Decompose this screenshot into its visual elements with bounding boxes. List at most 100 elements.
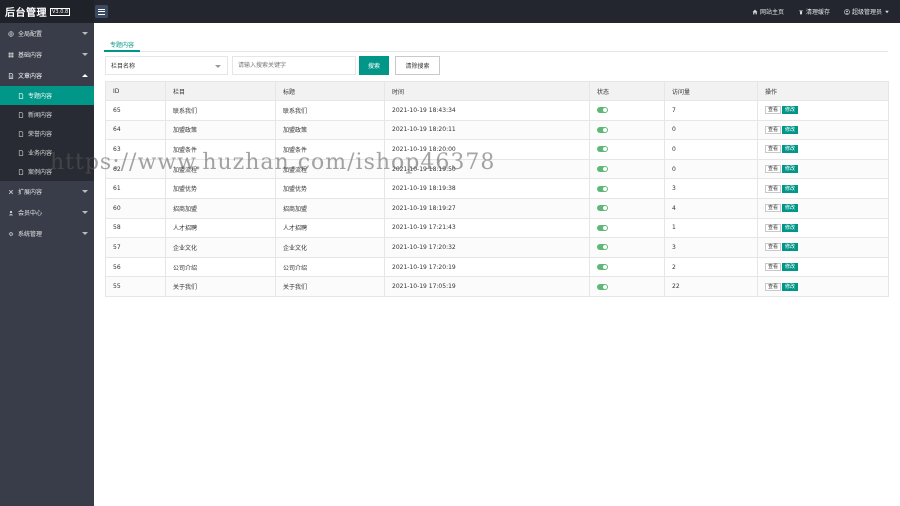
cell-visits: 22 — [664, 276, 758, 297]
cell-status — [589, 119, 665, 141]
sidebar-group-label: 文章内容 — [18, 73, 43, 80]
logo[interactable]: 后台管理 V3.0.8 — [0, 0, 94, 23]
edit-button[interactable]: 修改 — [782, 165, 799, 174]
view-button[interactable]: 查看 — [765, 282, 782, 291]
cell-column: 人才招聘 — [165, 217, 276, 239]
header-links: 网站主页 清理缓存 超级管理员 — [752, 0, 890, 23]
cell-status — [589, 217, 665, 239]
status-toggle[interactable] — [597, 107, 608, 114]
cell-id: 56 — [105, 256, 166, 278]
sidebar-group-article-content[interactable]: 文章内容 — [0, 65, 94, 86]
sidebar-item-label: 新闻内容 — [28, 112, 53, 119]
view-button[interactable]: 查看 — [765, 243, 782, 252]
sidebar-submenu-article: 专题内容 新闻内容 荣誉内容 业务内容 案例内容 — [0, 86, 94, 181]
sidebar-item-topic-content[interactable]: 专题内容 — [0, 86, 94, 105]
view-button[interactable]: 查看 — [765, 125, 782, 134]
home-link[interactable]: 网站主页 — [752, 7, 784, 16]
column-header-column: 栏目 — [165, 81, 276, 101]
column-select[interactable]: 栏目名称 — [105, 56, 228, 75]
grid-icon — [8, 52, 14, 57]
home-link-label: 网站主页 — [759, 9, 784, 16]
status-toggle[interactable] — [597, 166, 608, 173]
table-row: 58 人才招聘 人才招聘 2021-10-19 17:21:43 1 查看 修改 — [105, 217, 889, 239]
document-icon — [18, 149, 24, 156]
admin-user-menu[interactable]: 超级管理员 — [844, 7, 890, 16]
cell-title: 联系我们 — [275, 100, 385, 121]
cell-status — [589, 100, 665, 121]
cell-visits: 3 — [664, 178, 758, 199]
cell-actions: 查看 修改 — [757, 217, 889, 239]
cell-column: 关于我们 — [165, 276, 276, 297]
cell-id: 63 — [105, 139, 166, 160]
sidebar-group-basic-content[interactable]: 基础内容 — [0, 44, 94, 65]
clear-cache-label: 清理缓存 — [805, 9, 830, 16]
version-badge: V3.0.8 — [50, 7, 71, 16]
chevron-down-icon — [82, 232, 88, 235]
status-toggle[interactable] — [597, 185, 608, 192]
cell-time: 2021-10-19 18:19:27 — [384, 197, 590, 219]
document-icon — [18, 168, 24, 175]
edit-button[interactable]: 修改 — [782, 223, 799, 232]
cell-time: 2021-10-19 17:20:32 — [384, 237, 590, 258]
search-button[interactable]: 搜索 — [359, 56, 389, 75]
cell-title: 加盟政策 — [275, 119, 385, 141]
edit-button[interactable]: 修改 — [782, 184, 799, 193]
user-icon — [844, 8, 850, 15]
clear-cache-link[interactable]: 清理缓存 — [798, 7, 830, 16]
sidebar-group-system-management[interactable]: 系统管理 — [0, 223, 94, 244]
sidebar-item-business-content[interactable]: 业务内容 — [0, 143, 94, 162]
document-icon — [18, 130, 24, 137]
view-button[interactable]: 查看 — [765, 145, 782, 154]
status-toggle[interactable] — [597, 264, 608, 271]
cell-actions: 查看 修改 — [757, 158, 889, 180]
clear-search-button[interactable]: 清除搜索 — [395, 56, 440, 75]
sidebar-item-news-content[interactable]: 新闻内容 — [0, 105, 94, 124]
view-button[interactable]: 查看 — [765, 204, 782, 213]
top-bar: 后台管理 V3.0.8 网站主页 清理缓存 超级管理员 — [0, 0, 900, 23]
cell-column: 加盟政策 — [165, 119, 276, 141]
tab-topic-content[interactable]: 专题内容 — [104, 38, 141, 52]
edit-button[interactable]: 修改 — [782, 106, 799, 115]
edit-button[interactable]: 修改 — [782, 282, 799, 291]
chevron-down-icon — [82, 32, 88, 35]
user-icon — [8, 210, 14, 215]
sidebar-group-label: 基础内容 — [18, 52, 43, 59]
cell-actions: 查看 修改 — [757, 119, 889, 141]
edit-button[interactable]: 修改 — [782, 204, 799, 213]
view-button[interactable]: 查看 — [765, 223, 782, 232]
sidebar-group-extended-content[interactable]: 扩展内容 — [0, 181, 94, 202]
sidebar-item-case-content[interactable]: 案例内容 — [0, 162, 94, 181]
cell-visits: 0 — [664, 119, 758, 141]
edit-button[interactable]: 修改 — [782, 125, 799, 134]
cell-visits: 7 — [664, 100, 758, 121]
cell-status — [589, 178, 665, 199]
status-toggle[interactable] — [597, 283, 608, 290]
view-button[interactable]: 查看 — [765, 184, 782, 193]
menu-toggle-button[interactable] — [95, 5, 108, 18]
cell-visits: 4 — [664, 197, 758, 219]
cell-actions: 查看 修改 — [757, 256, 889, 278]
cell-time: 2021-10-19 18:19:38 — [384, 178, 590, 199]
status-toggle[interactable] — [597, 126, 608, 133]
status-toggle[interactable] — [597, 224, 608, 231]
sidebar-group-global-config[interactable]: 全局配置 — [0, 23, 94, 44]
keyword-input[interactable] — [232, 56, 356, 75]
status-toggle[interactable] — [597, 146, 608, 153]
status-toggle[interactable] — [597, 244, 608, 251]
view-button[interactable]: 查看 — [765, 263, 782, 272]
edit-button[interactable]: 修改 — [782, 145, 799, 154]
sidebar-group-member-center[interactable]: 会员中心 — [0, 202, 94, 223]
cell-column: 联系我们 — [165, 100, 276, 121]
sidebar-item-honor-content[interactable]: 荣誉内容 — [0, 124, 94, 143]
sidebar-item-label: 业务内容 — [28, 150, 53, 157]
status-toggle[interactable] — [597, 205, 608, 212]
edit-button[interactable]: 修改 — [782, 243, 799, 252]
column-header-status: 状态 — [589, 81, 665, 101]
view-button[interactable]: 查看 — [765, 106, 782, 115]
caret-down-icon — [885, 10, 889, 13]
view-button[interactable]: 查看 — [765, 165, 782, 174]
chevron-down-icon — [82, 211, 88, 214]
cell-visits: 0 — [664, 139, 758, 160]
edit-button[interactable]: 修改 — [782, 263, 799, 272]
cell-id: 62 — [105, 158, 166, 180]
